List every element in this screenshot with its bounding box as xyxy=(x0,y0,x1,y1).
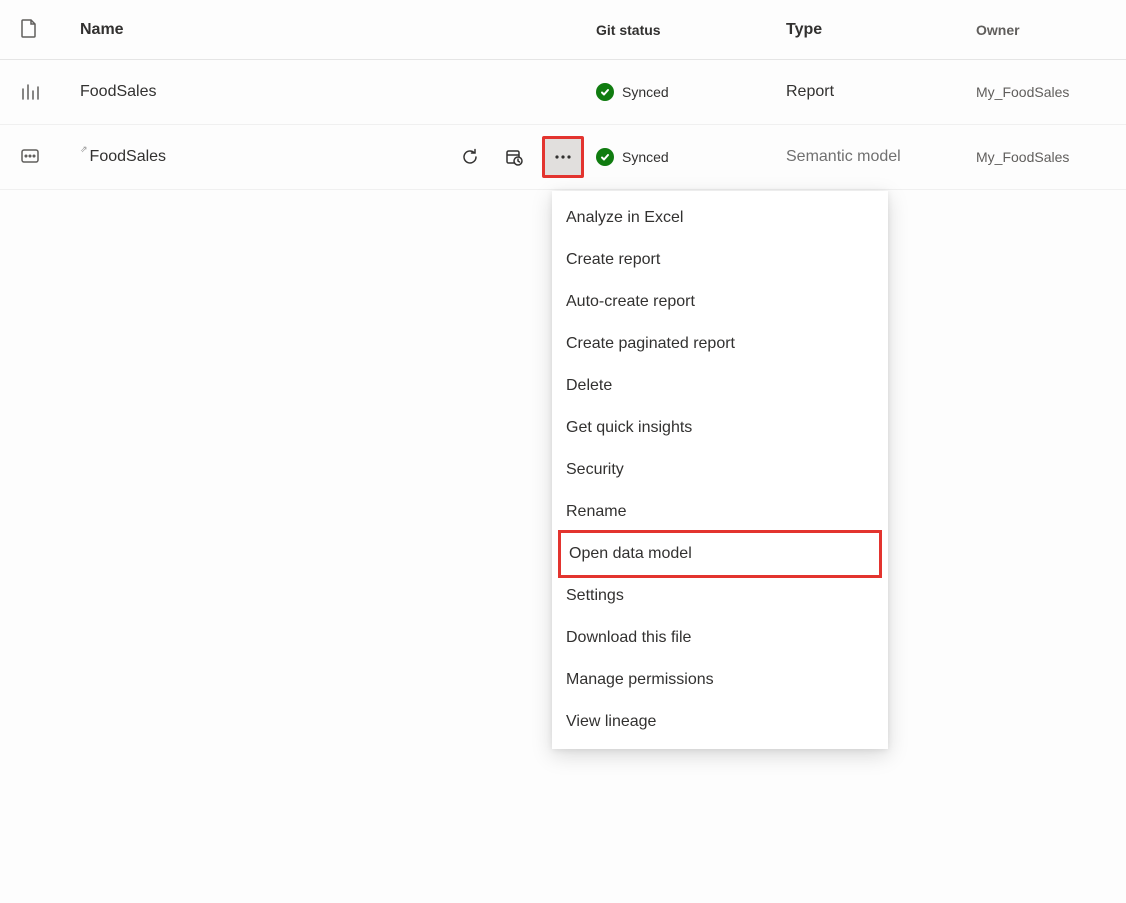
owner-cell[interactable]: My_FoodSales xyxy=(976,84,1106,100)
menu-item-analyze-excel[interactable]: Analyze in Excel xyxy=(552,197,888,239)
table-row[interactable]: FoodSales Synced Report My_FoodSales xyxy=(0,60,1126,125)
header-owner[interactable]: Owner xyxy=(976,22,1106,38)
item-name-text: FoodSales xyxy=(80,83,157,101)
menu-item-security[interactable]: Security xyxy=(552,449,888,491)
menu-item-rename[interactable]: Rename xyxy=(552,491,888,533)
header-git[interactable]: Git status xyxy=(596,22,786,38)
synced-check-icon xyxy=(596,83,614,101)
menu-item-delete[interactable]: Delete xyxy=(552,365,888,407)
menu-item-create-paginated-report[interactable]: Create paginated report xyxy=(552,323,888,365)
type-cell: Report xyxy=(786,83,976,101)
git-status-cell: Synced xyxy=(596,148,786,166)
item-name[interactable]: ⇗ FoodSales xyxy=(80,148,446,166)
menu-item-download[interactable]: Download this file xyxy=(552,617,888,659)
file-icon xyxy=(20,18,38,42)
item-table: Name Git status Type Owner FoodSales xyxy=(0,0,1126,190)
menu-item-view-lineage[interactable]: View lineage xyxy=(552,701,888,743)
context-menu: Analyze in Excel Create report Auto-crea… xyxy=(552,191,888,749)
more-options-button[interactable] xyxy=(542,136,584,178)
menu-item-auto-create-report[interactable]: Auto-create report xyxy=(552,281,888,323)
menu-item-create-report[interactable]: Create report xyxy=(552,239,888,281)
item-icon-cell xyxy=(20,81,80,104)
synced-check-icon xyxy=(596,148,614,166)
item-name-text: FoodSales xyxy=(90,148,167,166)
link-badge-icon: ⇗ xyxy=(80,144,88,155)
menu-item-quick-insights[interactable]: Get quick insights xyxy=(552,407,888,449)
menu-item-manage-permissions[interactable]: Manage permissions xyxy=(552,659,888,701)
git-status-cell: Synced xyxy=(596,83,786,101)
schedule-refresh-button[interactable] xyxy=(498,141,530,173)
git-status-text: Synced xyxy=(622,84,669,100)
semantic-model-icon xyxy=(20,146,40,169)
refresh-button[interactable] xyxy=(454,141,486,173)
header-name[interactable]: Name xyxy=(80,21,446,39)
item-icon-cell xyxy=(20,146,80,169)
menu-item-settings[interactable]: Settings xyxy=(552,575,888,617)
menu-item-open-data-model[interactable]: Open data model xyxy=(558,530,882,578)
table-header: Name Git status Type Owner xyxy=(0,0,1126,60)
table-row[interactable]: ⇗ FoodSales xyxy=(0,125,1126,190)
row-actions xyxy=(446,136,596,178)
git-status-text: Synced xyxy=(622,149,669,165)
item-name[interactable]: FoodSales xyxy=(80,83,446,101)
header-icon-col xyxy=(20,18,80,42)
header-type[interactable]: Type xyxy=(786,21,976,39)
owner-cell[interactable]: My_FoodSales xyxy=(976,149,1106,165)
report-icon xyxy=(20,81,40,104)
type-cell: Semantic model xyxy=(786,148,976,166)
